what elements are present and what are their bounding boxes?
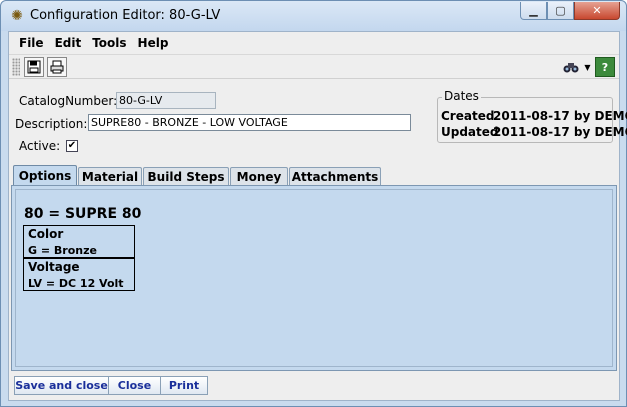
- option-value: G = Bronze: [28, 244, 97, 257]
- catalog-number-field: 80-G-LV: [116, 92, 216, 109]
- close-icon[interactable]: ✕: [574, 2, 620, 20]
- close-button[interactable]: Close: [108, 376, 161, 395]
- updated-label: Updated: [441, 125, 499, 139]
- catalog-number-label: CatalogNumber:: [19, 94, 118, 108]
- option-color[interactable]: Color G = Bronze: [23, 225, 135, 258]
- window-title: Configuration Editor: 80-G-LV: [30, 8, 221, 23]
- menu-help[interactable]: Help: [133, 36, 174, 50]
- tab-material[interactable]: Material: [78, 167, 142, 186]
- maximize-icon[interactable]: ▢: [547, 2, 574, 20]
- updated-value: 2011-08-17 by DEMO: [493, 125, 627, 139]
- model-title: 80 = SUPRE 80: [24, 206, 142, 222]
- created-value: 2011-08-17 by DEMO: [493, 109, 627, 123]
- menu-edit[interactable]: Edit: [50, 36, 87, 50]
- tab-money[interactable]: Money: [230, 167, 288, 186]
- tab-attachments[interactable]: Attachments: [289, 167, 381, 186]
- menu-file[interactable]: File: [14, 36, 49, 50]
- tab-options[interactable]: Options: [13, 165, 77, 186]
- created-row: Created 2011-08-17 by DEMO: [441, 109, 627, 123]
- minimize-icon[interactable]: ▁: [520, 2, 547, 20]
- description-field[interactable]: SUPRE80 - BRONZE - LOW VOLTAGE: [88, 114, 411, 131]
- options-panel: 80 = SUPRE 80 Color G = Bronze Voltage L…: [15, 189, 613, 367]
- description-label: Description:: [15, 117, 88, 131]
- configuration-editor-window: ✺ Configuration Editor: 80-G-LV ▁ ▢ ✕ Fi…: [0, 0, 627, 407]
- toolbar: ▼ ?: [9, 54, 619, 79]
- help-icon[interactable]: ?: [595, 57, 615, 77]
- save-and-close-button[interactable]: Save and close: [14, 376, 109, 395]
- menu-tools[interactable]: Tools: [87, 36, 131, 50]
- client-area: File Edit Tools Help ▼ ? CatalogNumber: …: [8, 31, 627, 401]
- print-button[interactable]: Print: [160, 376, 208, 395]
- tab-build-steps[interactable]: Build Steps: [143, 167, 229, 186]
- gear-icon: ✺: [11, 8, 23, 24]
- binoculars-icon[interactable]: [561, 57, 581, 77]
- title-bar[interactable]: ✺ Configuration Editor: 80-G-LV ▁ ▢ ✕: [1, 1, 626, 31]
- toolbar-grip[interactable]: [12, 58, 20, 76]
- print-icon[interactable]: [47, 57, 67, 77]
- button-bar: Save and close Close Print: [9, 373, 619, 400]
- options-tab-panel: 80 = SUPRE 80 Color G = Bronze Voltage L…: [11, 185, 617, 371]
- window-controls: ▁ ▢ ✕: [520, 2, 620, 20]
- option-name: Voltage: [28, 260, 80, 274]
- option-name: Color: [28, 227, 64, 241]
- created-label: Created: [441, 109, 495, 123]
- option-voltage[interactable]: Voltage LV = DC 12 Volt: [23, 258, 135, 291]
- active-label: Active:: [19, 139, 61, 153]
- dates-legend: Dates: [442, 89, 481, 103]
- save-icon[interactable]: [24, 57, 44, 77]
- menu-bar: File Edit Tools Help: [9, 32, 619, 54]
- option-value: LV = DC 12 Volt: [28, 277, 124, 290]
- dropdown-arrow-icon[interactable]: ▼: [583, 57, 592, 77]
- active-checkbox[interactable]: ✔: [66, 140, 78, 152]
- updated-row: Updated 2011-08-17 by DEMO: [441, 125, 627, 139]
